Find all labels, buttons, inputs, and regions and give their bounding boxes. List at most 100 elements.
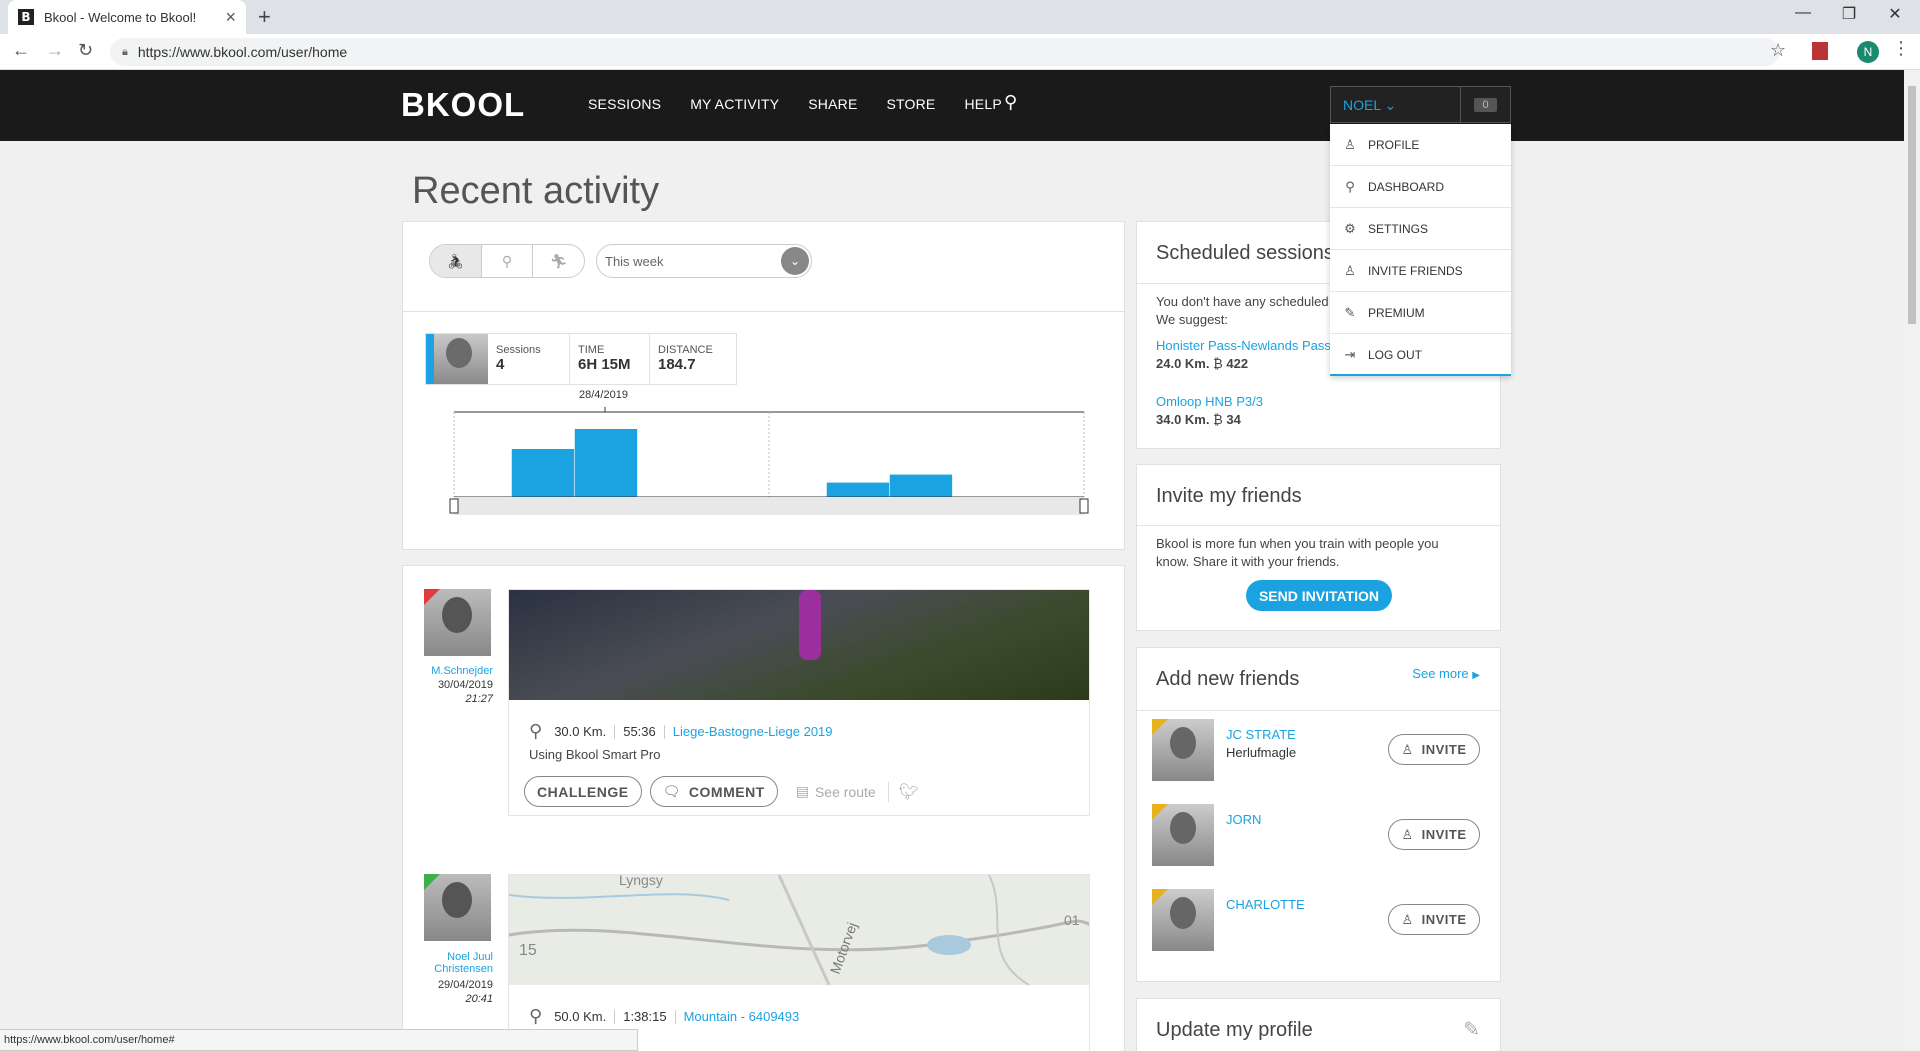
person-icon: ♙ bbox=[1344, 136, 1356, 152]
notifications-button[interactable]: 0 bbox=[1461, 87, 1510, 122]
menu-item-settings[interactable]: ⚙ SETTINGS bbox=[1330, 208, 1511, 250]
browser-tab-bar: B Bkool - Welcome to Bkool! × + — ❐ ✕ bbox=[0, 0, 1920, 34]
filter-running-icon[interactable]: 🏃︎ bbox=[533, 245, 584, 277]
invite-friends-panel: Invite my friends Bkool is more fun when… bbox=[1136, 464, 1501, 631]
pdf-extension-icon[interactable] bbox=[1812, 42, 1828, 60]
nav-store[interactable]: STORE bbox=[887, 96, 936, 112]
browser-menu-icon[interactable]: ⋮ bbox=[1892, 38, 1910, 59]
comment-icon: 🗨︎ bbox=[662, 783, 681, 799]
menu-item-dashboard[interactable]: ⚲ DASHBOARD bbox=[1330, 166, 1511, 208]
invite-title: Invite my friends bbox=[1156, 485, 1302, 507]
map-label: Motorvej bbox=[827, 920, 860, 976]
new-tab-icon[interactable]: + bbox=[258, 4, 271, 30]
session-distance: 30.0 Km. bbox=[554, 724, 607, 739]
divider bbox=[663, 724, 665, 739]
range-slider-handle-right bbox=[1079, 498, 1089, 514]
restore-icon[interactable]: ❐ bbox=[1826, 4, 1872, 24]
bike-icon: ⚲ bbox=[1345, 178, 1355, 194]
feed-user-name[interactable]: M.Schnejder bbox=[423, 665, 493, 677]
session-image[interactable] bbox=[509, 590, 1089, 700]
see-route-button[interactable]: ▤ See route bbox=[796, 783, 876, 800]
chart-date-label: 28/4/2019 bbox=[579, 389, 628, 401]
friend-name[interactable]: JC STRATE bbox=[1226, 727, 1296, 742]
menu-item-profile[interactable]: ♙ PROFILE bbox=[1330, 124, 1511, 166]
nav-share[interactable]: SHARE bbox=[808, 96, 857, 112]
nav-my-activity[interactable]: MY ACTIVITY bbox=[690, 96, 779, 112]
route-map[interactable]: Lyngsy 15 Motorvej 01 bbox=[509, 875, 1089, 985]
menu-item-log-out[interactable]: ⇥ LOG OUT bbox=[1330, 334, 1511, 376]
period-select[interactable]: This week ⌄ bbox=[596, 244, 812, 278]
friend-avatar[interactable] bbox=[1152, 719, 1214, 781]
user-menu-toggle[interactable]: NOEL ⌄ 0 bbox=[1330, 86, 1511, 123]
status-bar-url: https://www.bkool.com/user/home# bbox=[0, 1029, 638, 1051]
suggestion-link[interactable]: Honister Pass-Newlands Pass bbox=[1156, 338, 1331, 353]
browser-tab[interactable]: B Bkool - Welcome to Bkool! × bbox=[8, 0, 246, 34]
filter-cycling-icon[interactable]: ⚲ bbox=[482, 245, 534, 277]
add-person-icon: ♙ bbox=[1401, 911, 1414, 927]
scrollbar-thumb[interactable] bbox=[1908, 86, 1916, 324]
page-title: Recent activity bbox=[412, 170, 660, 212]
feed-user-avatar[interactable] bbox=[424, 589, 491, 656]
session-route-link[interactable]: Mountain - 6409493 bbox=[684, 1009, 800, 1024]
action-row: CHALLENGE 🗨︎ COMMENT ▤ See route 🐦︎ bbox=[524, 776, 919, 807]
url-field[interactable]: 🔒︎ https://www.bkool.com/user/home bbox=[110, 38, 1780, 66]
feed-time: 21:27 bbox=[465, 693, 493, 705]
friend-name[interactable]: JORN bbox=[1226, 812, 1261, 827]
feed-time: 20:41 bbox=[465, 993, 493, 1005]
close-tab-icon[interactable]: × bbox=[225, 7, 236, 28]
stat-value: 6H 15M bbox=[578, 356, 631, 373]
invite-button[interactable]: ♙ INVITE bbox=[1388, 904, 1480, 935]
session-route-link[interactable]: Liege-Bastogne-Liege 2019 bbox=[673, 724, 833, 739]
reload-icon[interactable]: ↻ bbox=[78, 40, 93, 61]
nav-help[interactable]: HELP bbox=[964, 96, 1001, 112]
friend-name[interactable]: CHARLOTTE bbox=[1226, 897, 1305, 912]
friend-avatar[interactable] bbox=[1152, 889, 1214, 951]
menu-item-premium[interactable]: ✎ PREMIUM bbox=[1330, 292, 1511, 334]
invite-button[interactable]: ♙ INVITE bbox=[1388, 819, 1480, 850]
scheduled-title: Scheduled sessions bbox=[1156, 242, 1334, 264]
see-more-link[interactable]: See more ▶ bbox=[1412, 666, 1480, 681]
challenge-button[interactable]: CHALLENGE bbox=[524, 776, 642, 807]
bkool-logo[interactable]: BKOOL bbox=[401, 86, 525, 124]
menu-label: LOG OUT bbox=[1368, 348, 1423, 362]
window-close-icon[interactable]: ✕ bbox=[1872, 4, 1918, 24]
feed-user-avatar[interactable] bbox=[424, 874, 491, 941]
coin-icon: ₿ bbox=[1213, 356, 1223, 371]
chevron-down-icon[interactable]: ⌄ bbox=[781, 247, 809, 275]
divider bbox=[674, 1009, 676, 1024]
minimize-icon[interactable]: — bbox=[1780, 4, 1826, 22]
bookmark-star-icon[interactable]: ☆ bbox=[1770, 40, 1786, 61]
chart-bar bbox=[889, 474, 953, 497]
pencil-icon[interactable]: ✎ bbox=[1463, 1017, 1480, 1042]
period-value: This week bbox=[605, 253, 664, 269]
invite-label: INVITE bbox=[1421, 827, 1467, 842]
suggestion-distance: 34.0 Km. bbox=[1156, 412, 1210, 427]
send-invitation-button[interactable]: SEND INVITATION bbox=[1246, 580, 1392, 611]
user-avatar bbox=[426, 334, 488, 384]
stats-summary: Sessions 4 TIME 6H 15M DISTANCE 184.7 bbox=[425, 333, 737, 385]
user-name-button[interactable]: NOEL ⌄ bbox=[1331, 87, 1461, 122]
profile-avatar[interactable]: N bbox=[1857, 41, 1879, 63]
activity-feed: M.Schnejder 30/04/2019 21:27 ⚲ 30.0 Km. … bbox=[402, 565, 1125, 1051]
menu-item-invite-friends[interactable]: ♙ INVITE FRIENDS bbox=[1330, 250, 1511, 292]
filter-all-icon[interactable]: 🚴︎ bbox=[430, 245, 482, 277]
add-person-icon: ♙ bbox=[1401, 826, 1414, 842]
page-scrollbar[interactable] bbox=[1904, 70, 1920, 1051]
invite-button[interactable]: ♙ INVITE bbox=[1388, 734, 1480, 765]
user-dropdown-menu: ♙ PROFILE ⚲ DASHBOARD ⚙ SETTINGS ♙ INVITE FR… bbox=[1330, 124, 1511, 376]
chart-bar bbox=[574, 429, 638, 497]
badge-corner bbox=[424, 589, 440, 605]
user-name: NOEL bbox=[1343, 97, 1381, 113]
friend-avatar[interactable] bbox=[1152, 804, 1214, 866]
search-icon[interactable]: ⚲ bbox=[1004, 92, 1017, 113]
back-icon[interactable]: ← bbox=[12, 40, 30, 61]
forward-icon[interactable]: → bbox=[46, 40, 64, 61]
feed-user-name[interactable]: Noel Juul Christensen bbox=[423, 951, 493, 975]
comment-button[interactable]: 🗨︎ COMMENT bbox=[649, 776, 778, 807]
suggestion-link[interactable]: Omloop HNB P3/3 bbox=[1156, 394, 1263, 409]
badge-corner bbox=[1152, 889, 1168, 905]
nav-sessions[interactable]: SESSIONS bbox=[588, 96, 661, 112]
add-friends-title: Add new friends bbox=[1156, 668, 1300, 690]
bike-icon: ⚲ bbox=[529, 1006, 543, 1026]
twitter-icon[interactable]: 🐦︎ bbox=[887, 781, 919, 802]
